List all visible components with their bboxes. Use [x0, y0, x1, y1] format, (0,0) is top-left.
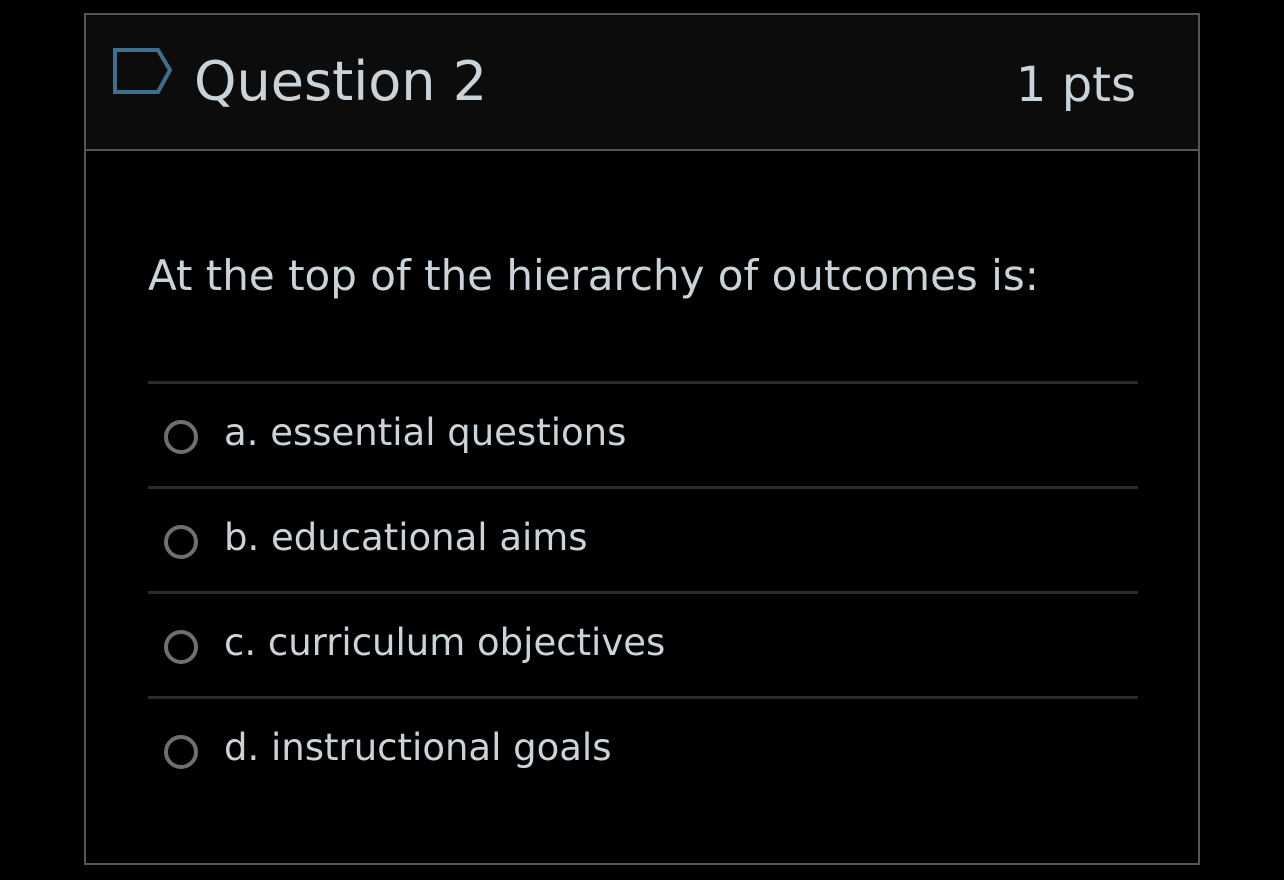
radio-button-d[interactable] — [164, 735, 198, 769]
question-title: Question 2 — [194, 50, 488, 113]
answer-option-a[interactable]: a. essential questions — [148, 384, 1138, 489]
radio-button-b[interactable] — [164, 525, 198, 559]
answer-label-d[interactable]: d. instructional goals — [224, 723, 611, 773]
answer-option-c[interactable]: c. curriculum objectives — [148, 594, 1138, 699]
radio-button-c[interactable] — [164, 630, 198, 664]
question-header: Question 2 1 pts — [86, 15, 1198, 151]
answer-label-a[interactable]: a. essential questions — [224, 408, 626, 458]
question-text: At the top of the hierarchy of outcomes … — [148, 251, 1039, 300]
flag-icon[interactable] — [112, 47, 174, 95]
answer-label-c[interactable]: c. curriculum objectives — [224, 618, 665, 668]
radio-button-a[interactable] — [164, 420, 198, 454]
answer-option-d[interactable]: d. instructional goals — [148, 699, 1138, 801]
answer-list: a. essential questions b. educational ai… — [148, 381, 1138, 801]
answer-label-b[interactable]: b. educational aims — [224, 513, 588, 563]
answer-option-b[interactable]: b. educational aims — [148, 489, 1138, 594]
question-card: Question 2 1 pts At the top of the hiera… — [84, 13, 1200, 865]
question-points: 1 pts — [1015, 57, 1136, 113]
